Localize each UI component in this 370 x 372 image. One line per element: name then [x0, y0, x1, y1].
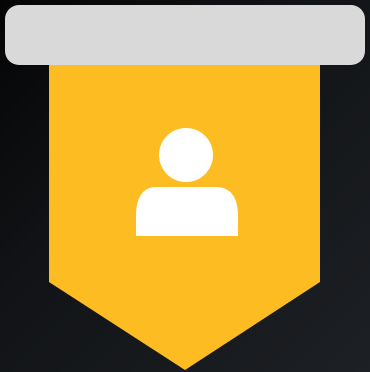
rounded-bar [5, 5, 365, 65]
badge-svg [5, 5, 365, 370]
user-badge-icon [0, 0, 370, 372]
user-head [159, 128, 213, 182]
user-body [136, 187, 238, 236]
